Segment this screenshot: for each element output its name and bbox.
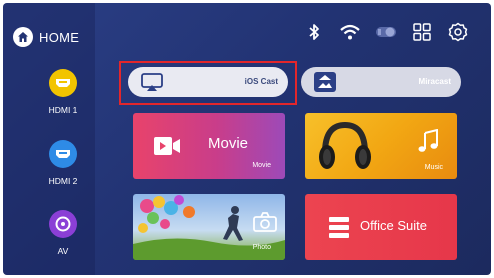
home-icon: [13, 27, 33, 47]
apps-grid-icon[interactable]: [411, 21, 433, 43]
home-label: HOME: [39, 29, 80, 45]
movie-subtitle: Movie: [252, 162, 271, 169]
source-label: AV: [57, 246, 69, 256]
launcher-screen: HOME HDMI 1 HDMI 2 AV iOS Cast Miracast …: [3, 3, 491, 275]
bluetooth-icon[interactable]: [303, 21, 325, 43]
miracast-label: Miracast: [418, 77, 451, 86]
av-disc-icon: [49, 210, 77, 238]
hdmi-icon: [49, 140, 77, 168]
music-tile[interactable]: Music: [305, 113, 457, 179]
photo-tile[interactable]: Photo: [133, 194, 285, 260]
video-camera-icon: [153, 135, 181, 162]
wifi-icon[interactable]: [339, 21, 361, 43]
hdmi-icon: [49, 69, 77, 97]
home-button[interactable]: HOME: [13, 27, 79, 47]
headphones-image: [315, 117, 375, 179]
status-bar: [303, 21, 469, 43]
source-av[interactable]: AV: [33, 210, 93, 256]
miracast-button[interactable]: Miracast: [301, 67, 461, 97]
source-hdmi-1[interactable]: HDMI 1: [33, 69, 93, 115]
source-hdmi-2[interactable]: HDMI 2: [33, 140, 93, 186]
movie-tile[interactable]: Movie Movie: [133, 113, 285, 179]
camera-icon: [253, 212, 277, 237]
music-subtitle: Music: [424, 164, 443, 171]
source-label: HDMI 2: [48, 176, 78, 186]
focus-highlight: [119, 61, 297, 105]
settings-icon[interactable]: [447, 21, 469, 43]
office-suite-title: Office Suite: [360, 218, 427, 233]
movie-title: Movie: [208, 135, 249, 152]
sidebar: HOME HDMI 1 HDMI 2 AV: [3, 3, 95, 275]
office-suite-tile[interactable]: Office Suite: [305, 194, 457, 260]
music-note-icon: [417, 128, 439, 158]
photo-subtitle: Photo: [252, 244, 271, 251]
document-list-icon: [329, 216, 349, 243]
source-label: HDMI 1: [48, 105, 78, 115]
miracast-icon: [314, 72, 336, 92]
toggle-icon[interactable]: [375, 21, 397, 43]
